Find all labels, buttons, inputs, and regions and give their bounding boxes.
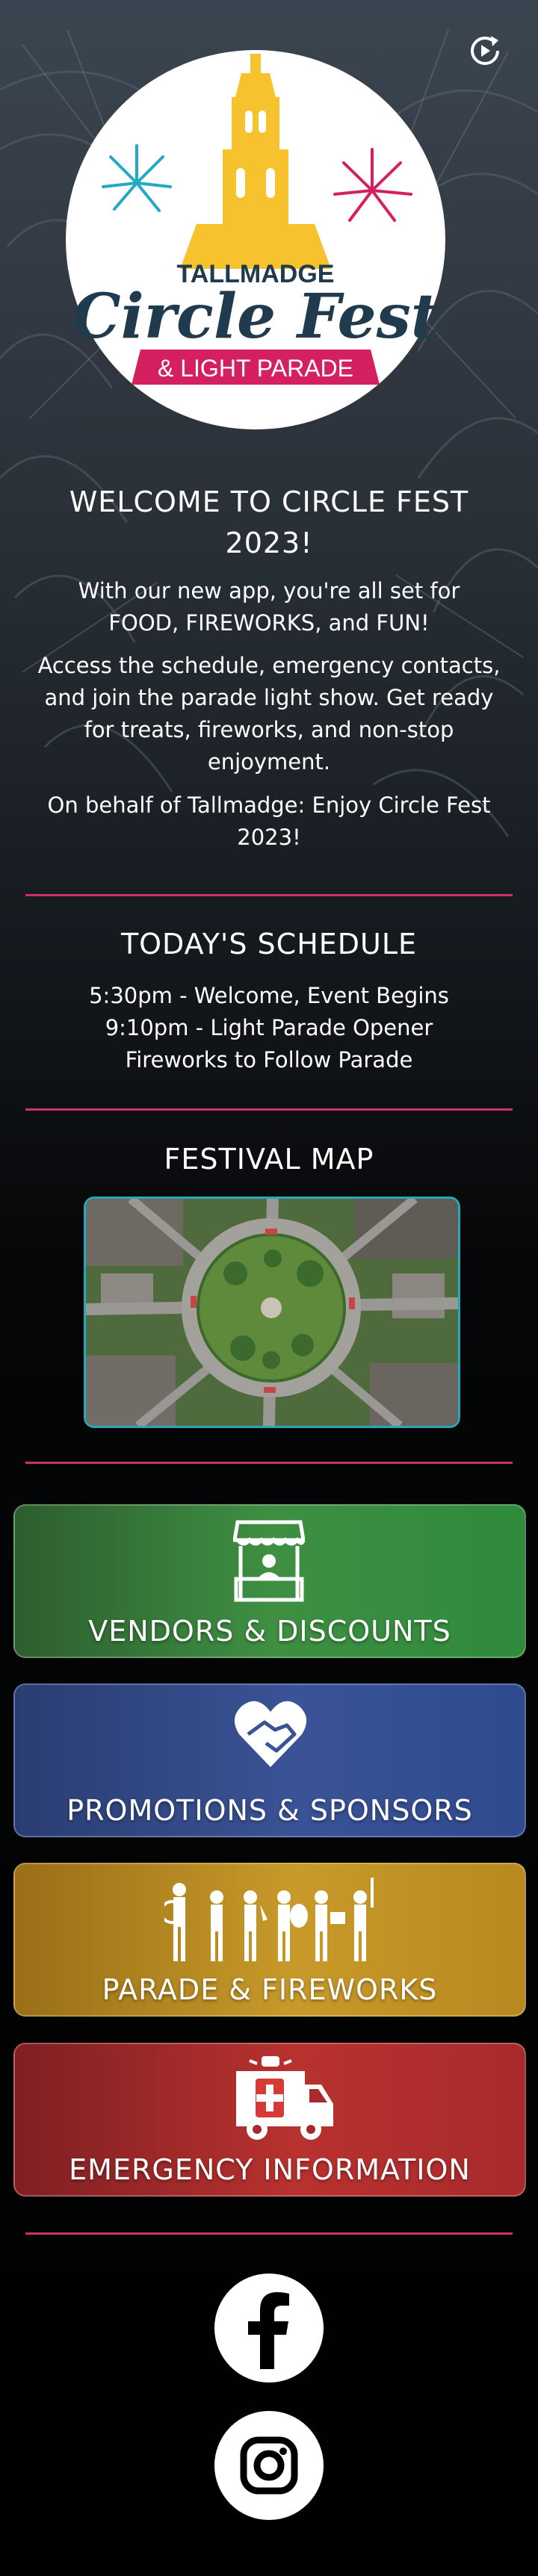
section-divider	[25, 1108, 513, 1111]
welcome-title-line2: 2023!	[225, 527, 313, 559]
marching-band-icon	[164, 1878, 374, 1961]
facebook-icon	[248, 2292, 289, 2369]
schedule-item: 5:30pm - Welcome, Event Begins	[89, 983, 449, 1008]
section-divider	[25, 894, 513, 896]
schedule-title: TODAY'S SCHEDULE	[120, 928, 418, 960]
facebook-button[interactable]	[214, 2274, 324, 2383]
logo-main-text: Circle Fest	[72, 281, 439, 353]
ambulance-icon	[236, 2056, 333, 2140]
schedule-item: 9:10pm - Light Parade Opener	[105, 1015, 433, 1040]
welcome-text: With our new app, you're all set for	[78, 578, 460, 603]
tile-label: EMERGENCY INFORMATION	[69, 2153, 471, 2186]
tile-label: VENDORS & DISCOUNTS	[88, 1615, 451, 1648]
schedule-item: Fireworks to Follow Parade	[125, 1047, 413, 1073]
festival-map-image[interactable]	[84, 1197, 460, 1428]
section-divider	[25, 2232, 513, 2235]
welcome-text: FOOD, FIREWORKS, and FUN!	[108, 610, 430, 636]
welcome-text: enjoyment.	[207, 749, 331, 775]
section-divider	[25, 1462, 513, 1464]
parade-fireworks-button[interactable]: PARADE & FIREWORKS	[13, 1863, 526, 2017]
tile-label: PROMOTIONS & SPONSORS	[67, 1794, 473, 1827]
welcome-text: 2023!	[237, 825, 301, 850]
welcome-title-line1: WELCOME TO CIRCLE FEST	[69, 485, 469, 518]
circle-fest-logo: TALLMADGE Circle Fest & LIGHT PARADE	[66, 50, 445, 429]
instagram-icon	[240, 2436, 298, 2495]
map-title: FESTIVAL MAP	[164, 1143, 374, 1176]
welcome-text: and join the parade light show. Get read…	[44, 685, 494, 710]
emergency-information-button[interactable]: EMERGENCY INFORMATION	[13, 2043, 526, 2197]
welcome-text: for treats, fireworks, and non-stop	[84, 717, 454, 742]
promotions-sponsors-button[interactable]: PROMOTIONS & SPONSORS	[13, 1683, 526, 1837]
heart-handshake-icon	[234, 1701, 307, 1767]
welcome-text: Access the schedule, emergency contacts,	[37, 653, 501, 678]
instagram-button[interactable]	[214, 2411, 324, 2520]
vendors-discounts-button[interactable]: VENDORS & DISCOUNTS	[13, 1504, 526, 1658]
tile-label: PARADE & FIREWORKS	[102, 1973, 438, 2006]
welcome-text: On behalf of Tallmadge: Enjoy Circle Fes…	[47, 792, 491, 818]
aerial-map-illustration	[86, 1199, 458, 1426]
refresh-button[interactable]	[464, 30, 506, 72]
vendor-stand-icon	[233, 1520, 305, 1602]
logo-banner-text: & LIGHT PARADE	[158, 355, 353, 382]
